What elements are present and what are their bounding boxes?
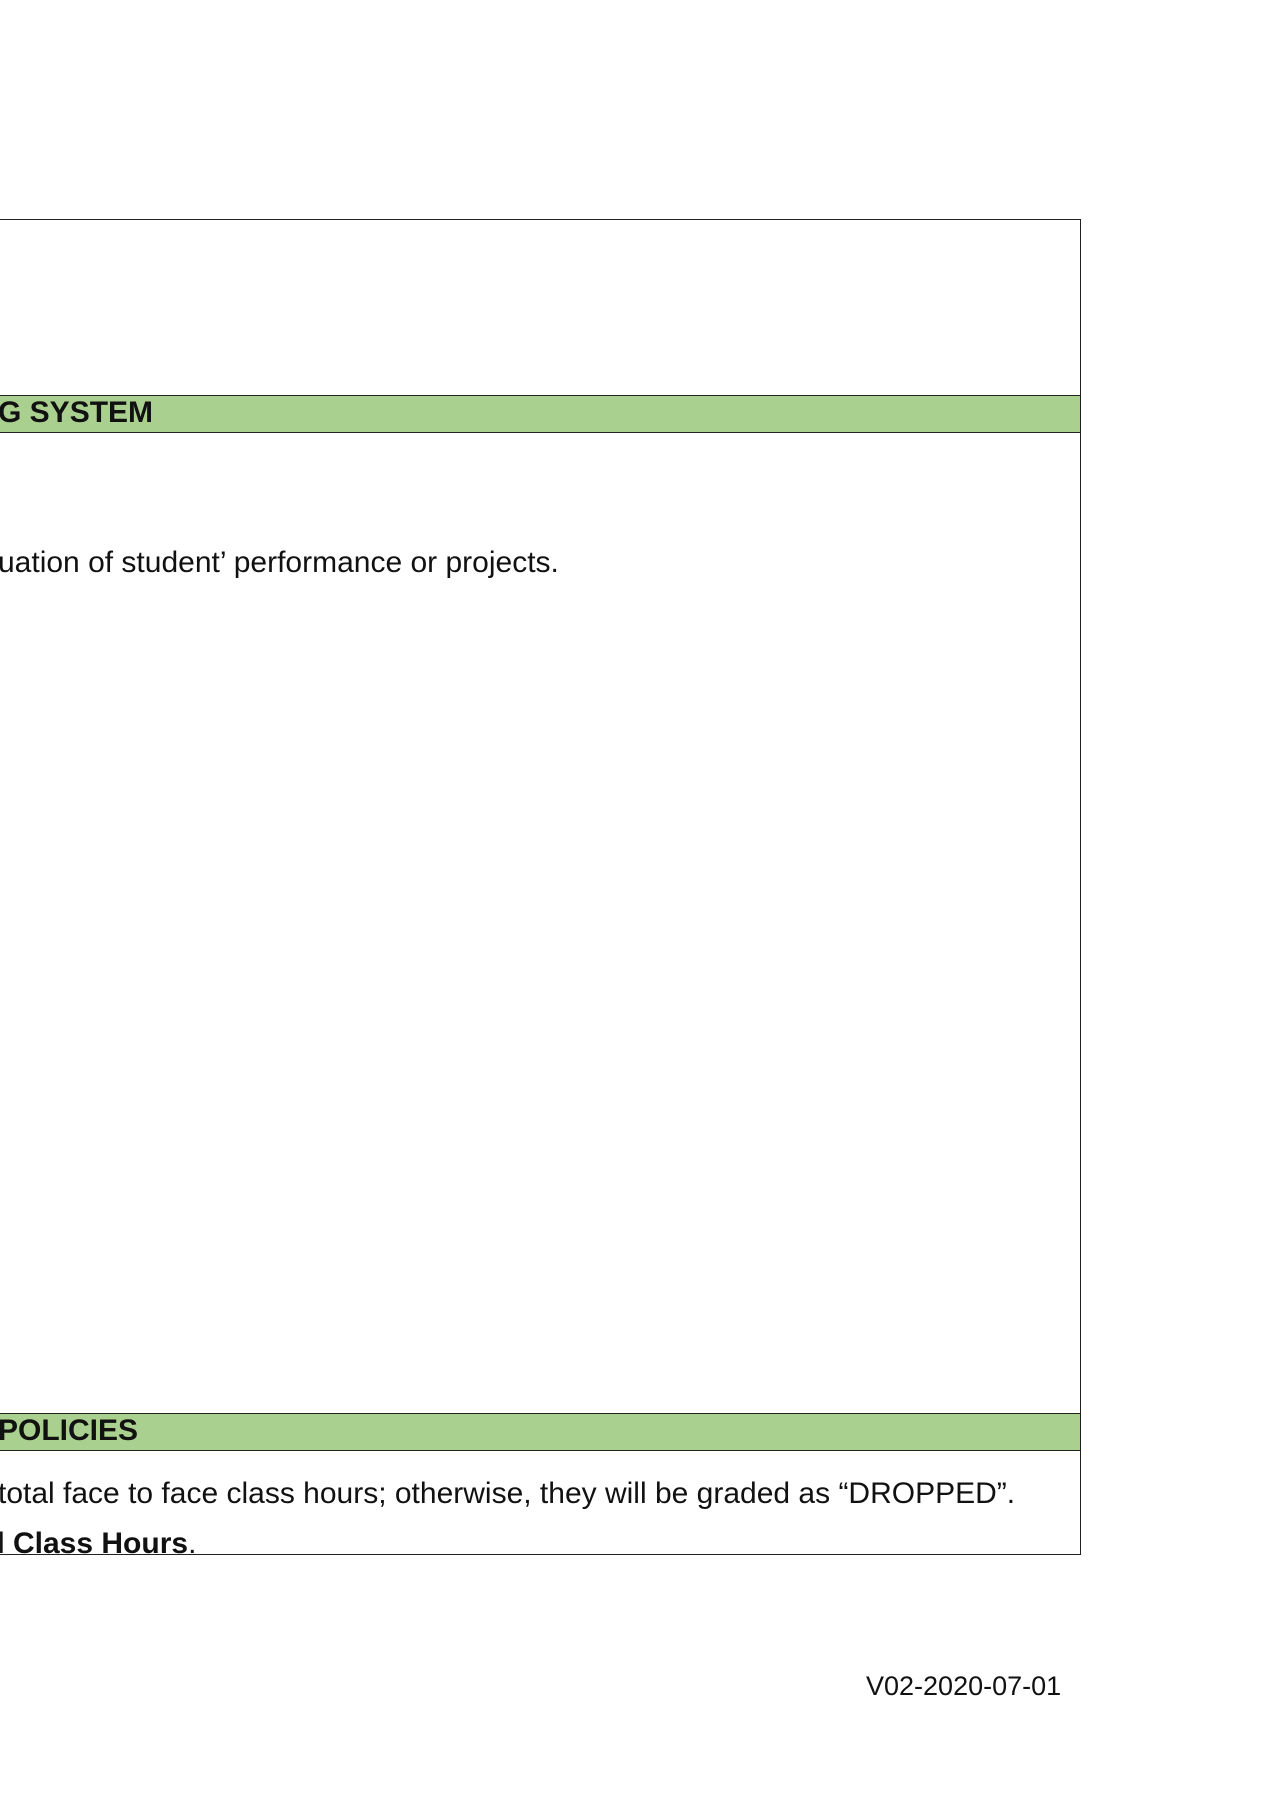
version-label: V02-2020-07-01 — [866, 1671, 1062, 1701]
evaluation-text: uation of student’ performance or projec… — [0, 546, 559, 579]
policies-header: POLICIES — [0, 1414, 139, 1447]
class-hours-suffix: . — [188, 1527, 197, 1560]
grading-system-header-band: G SYSTEM — [0, 395, 1080, 433]
grading-system-header: G SYSTEM — [0, 396, 154, 429]
class-hours-prefix: l — [0, 1527, 5, 1560]
policies-text: total face to face class hours; otherwis… — [0, 1477, 1016, 1510]
policies-header-band: POLICIES — [0, 1413, 1080, 1451]
document-table: uation of student’ performance or projec… — [0, 219, 1081, 1560]
class-hours-bold: Class Hours — [13, 1527, 189, 1560]
class-hours-line: l Class Hours. — [0, 1526, 196, 1562]
